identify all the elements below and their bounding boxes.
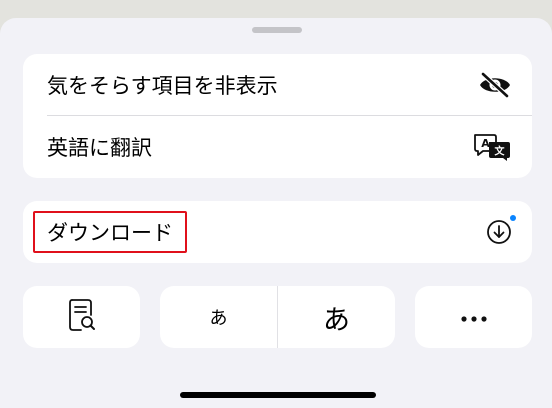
increase-text-size-button[interactable]: あ	[278, 286, 395, 348]
download-item[interactable]: ダウンロード	[23, 201, 532, 263]
reader-search-icon	[68, 298, 96, 336]
translate-label: 英語に翻訳	[47, 136, 152, 160]
action-sheet: 気をそらす項目を非表示 英語に翻訳 A 文 ダウンロード あ あ	[0, 18, 552, 408]
small-text-label: あ	[209, 308, 228, 329]
reader-button[interactable]	[23, 286, 140, 348]
highlight-box	[33, 211, 187, 253]
badge-dot	[510, 215, 516, 221]
text-size-control: あ あ	[160, 286, 395, 348]
eye-slash-icon	[478, 72, 512, 98]
translate-item[interactable]: 英語に翻訳 A 文	[23, 116, 532, 178]
sheet-grabber[interactable]	[252, 27, 302, 33]
svg-text:文: 文	[495, 145, 506, 158]
download-circle-icon	[486, 215, 516, 245]
ellipsis-icon	[460, 308, 488, 327]
view-options-group: 気をそらす項目を非表示 英語に翻訳 A 文	[23, 54, 532, 178]
hide-distractions-label: 気をそらす項目を非表示	[47, 74, 278, 98]
more-button[interactable]	[415, 286, 532, 348]
translate-icon: A 文	[472, 132, 512, 162]
svg-text:A: A	[481, 137, 490, 150]
hide-distractions-item[interactable]: 気をそらす項目を非表示	[23, 54, 532, 116]
decrease-text-size-button[interactable]: あ	[160, 286, 277, 348]
home-indicator[interactable]	[180, 392, 376, 398]
download-group: ダウンロード	[23, 201, 532, 263]
large-text-label: あ	[323, 304, 350, 336]
